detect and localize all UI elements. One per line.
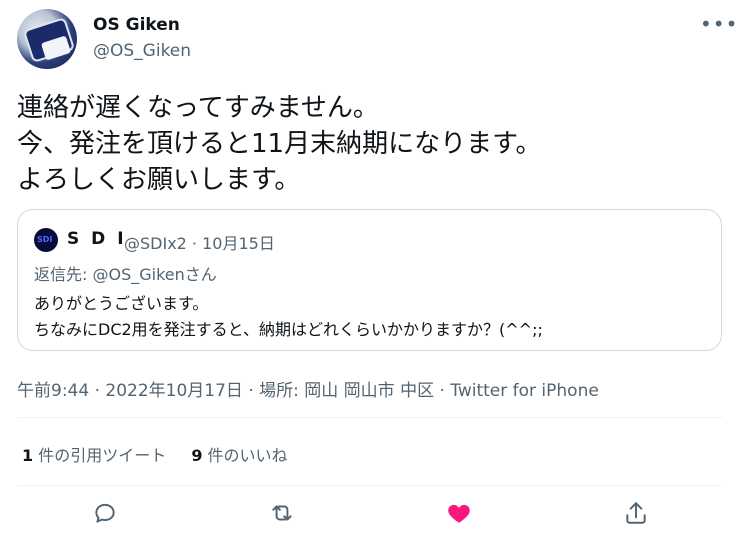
quoted-avatar-text: SDI xyxy=(37,235,53,244)
quote-tweets-count: 1 xyxy=(22,446,34,465)
tweet-stats: 1 件の引用ツイート 9 件のいいね xyxy=(22,442,308,466)
more-icon[interactable]: ••• xyxy=(700,12,738,36)
quoted-tweet[interactable]: SDI S D I @SDIx2 · 10月15日 返信先: @OS_Giken… xyxy=(17,209,722,351)
divider xyxy=(17,485,723,486)
retweet-icon[interactable] xyxy=(269,500,297,528)
likes-label: 件のいいね xyxy=(202,446,288,465)
heart-icon[interactable] xyxy=(446,500,474,528)
quoted-text-line: ありがとうございます。 xyxy=(34,294,209,313)
tweet-meta: 午前9:44 · 2022年10月17日 · 場所: 岡山 岡山市 中区 · T… xyxy=(17,381,599,401)
quoted-text-line: ちなみにDC2用を発注すると、納期はどれくらいかかりますか？(^^;; xyxy=(34,320,543,339)
quoted-author-avatar: SDI xyxy=(34,228,58,252)
tweet-text: 連絡が遅くなってすみません。 今、発注を頂けると11月末納期になります。 よろし… xyxy=(17,90,542,198)
tweet-line: よろしくお願いします。 xyxy=(17,165,301,195)
author-avatar[interactable] xyxy=(17,9,77,69)
author-name[interactable]: OS Giken xyxy=(93,15,180,35)
tweet-line: 今、発注を頂けると11月末納期になります。 xyxy=(17,129,542,159)
quote-tweets-stat[interactable]: 1 件の引用ツイート xyxy=(22,446,166,465)
quoted-author-name: S D I xyxy=(67,229,127,249)
divider xyxy=(17,417,723,418)
author-handle[interactable]: @OS_Giken xyxy=(93,41,191,61)
likes-stat[interactable]: 9 件のいいね xyxy=(191,446,287,465)
share-icon[interactable] xyxy=(623,500,651,528)
quoted-meta: @SDIx2 · 10月15日 xyxy=(124,234,275,253)
tweet-line: 連絡が遅くなってすみません。 xyxy=(17,93,379,123)
likes-count: 9 xyxy=(191,446,203,465)
quote-tweets-label: 件の引用ツイート xyxy=(33,446,167,465)
quoted-reply-to: 返信先: @OS_Gikenさん xyxy=(34,265,217,284)
reply-icon[interactable] xyxy=(92,500,120,528)
